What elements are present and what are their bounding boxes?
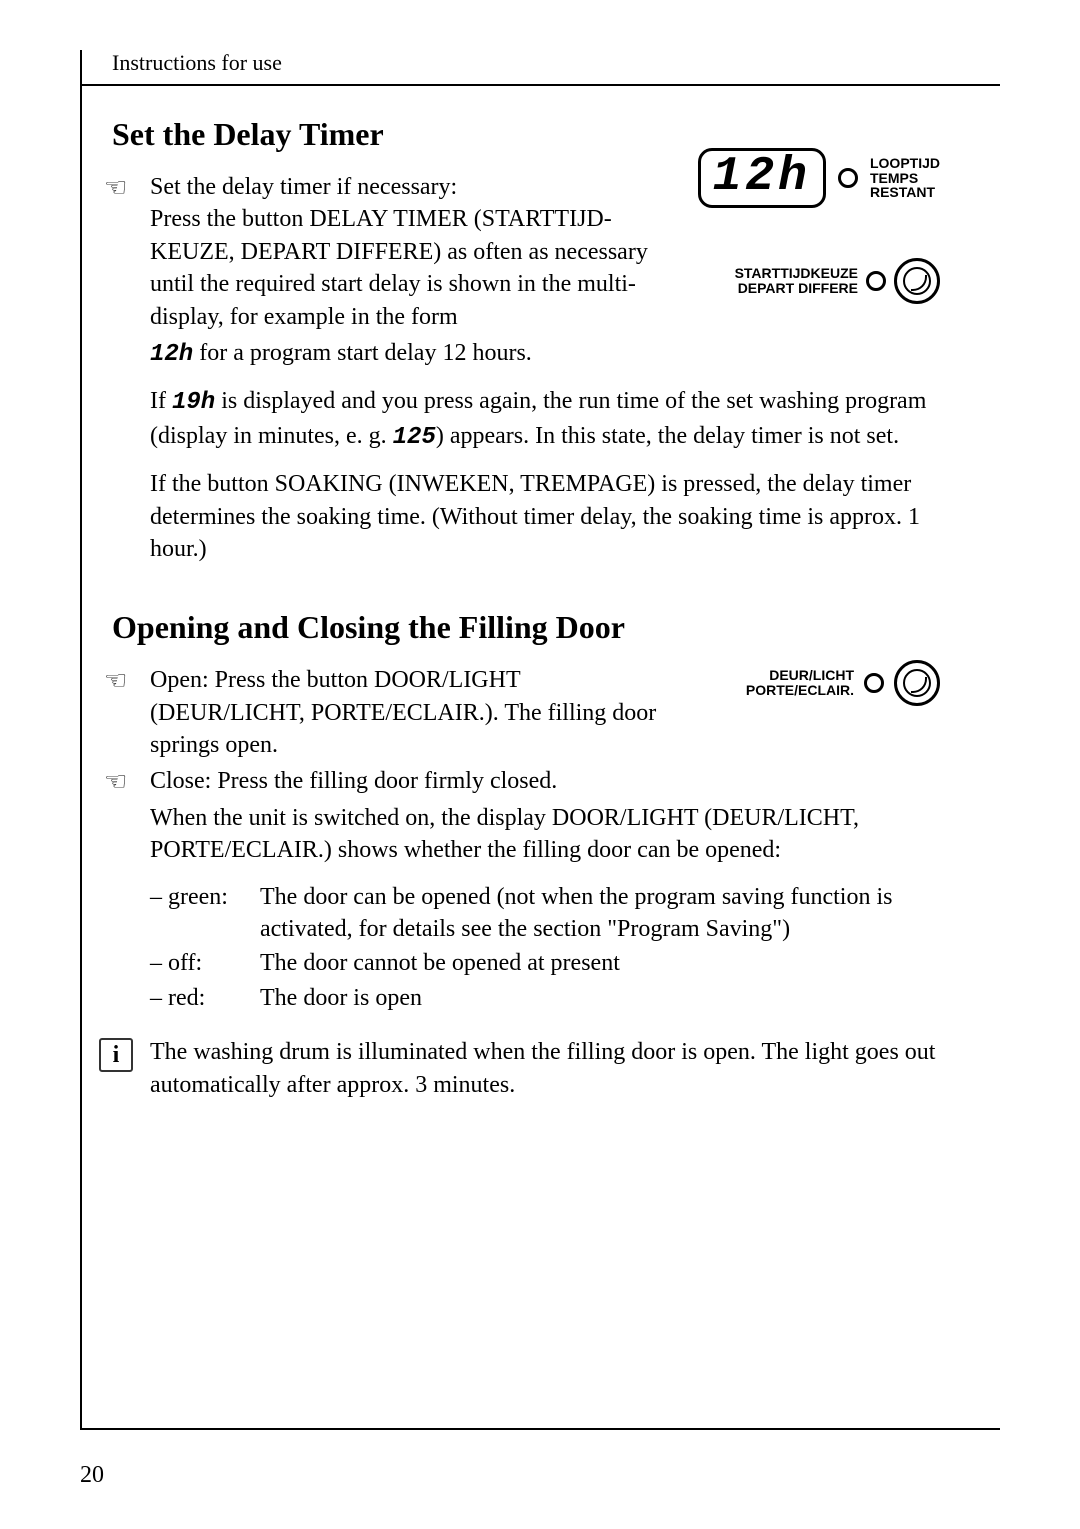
label-deur-licht: DEUR/LICHT [746,668,854,683]
step-text-cont: 12h for a program start delay 12 hours. [150,337,1000,371]
para-19h: If 19h is displayed and you press again,… [150,385,1000,454]
led-indicator-icon [866,271,886,291]
page-header: Instructions for use [82,50,1000,86]
seg-125: 125 [393,424,436,451]
label-porte-eclair: PORTE/ECLAIR. [746,683,854,698]
para-door-display: When the unit is switched on, the displa… [150,802,1000,867]
label-depart-differe: DEPART DIFFERE [735,281,858,296]
button-icon [894,660,940,706]
label-looptijd: LOOPTIJD [870,156,940,171]
led-indicator-icon [864,673,884,693]
hand-pointer-icon: ☞ [104,173,127,333]
step-text: Close: Press the filling door firmly clo… [150,765,1000,797]
page: Instructions for use Set the Delay Timer… [0,0,1080,1529]
step-text: Set the delay timer if necessary: Press … [150,171,690,333]
para-soaking: If the button SOAKING (INWEKEN, TREMPAGE… [150,468,1000,565]
step-close-door: ☞ Close: Press the filling door firmly c… [82,765,1000,797]
door-labels: DEUR/LICHT PORTE/ECLAIR. [746,668,854,697]
diagram-lcd-timer: 12h LOOPTIJD TEMPS RESTANT [698,148,940,208]
label-restant: RESTANT [870,185,940,200]
section-title-filling-door: Opening and Closing the Filling Door [112,609,1000,646]
diagram-starttijd-button: STARTTIJDKEUZE DEPART DIFFERE [735,242,940,304]
diagram-door-light-button: DEUR/LICHT PORTE/ECLAIR. [746,660,940,706]
hand-pointer-icon: ☞ [104,666,127,761]
label-temps: TEMPS [870,171,940,186]
info-icon: i [99,1038,133,1072]
status-off: – off: The door cannot be opened at pres… [150,947,1000,979]
status-red: – red: The door is open [150,982,1000,1014]
content-frame: Instructions for use Set the Delay Timer… [80,50,1000,1430]
hand-pointer-icon: ☞ [104,767,127,797]
label-starttijdkeuze: STARTTIJDKEUZE [735,266,858,281]
seg-12h-inline: 12h [150,341,193,368]
seg-19h: 19h [172,389,215,416]
status-green: – green: The door can be opened (not whe… [150,881,1000,946]
lcd-display: 12h [698,148,826,208]
info-text: The washing drum is illuminated when the… [150,1036,1000,1101]
led-indicator-icon [838,168,858,188]
button-icon [894,258,940,304]
page-number: 20 [80,1462,104,1489]
info-drum-light: i The washing drum is illuminated when t… [82,1036,1000,1101]
starttijd-labels: STARTTIJDKEUZE DEPART DIFFERE [735,266,858,295]
step-text: Open: Press the button DOOR/LIGHT (DEUR/… [150,664,690,761]
lcd-side-labels: LOOPTIJD TEMPS RESTANT [870,156,940,200]
